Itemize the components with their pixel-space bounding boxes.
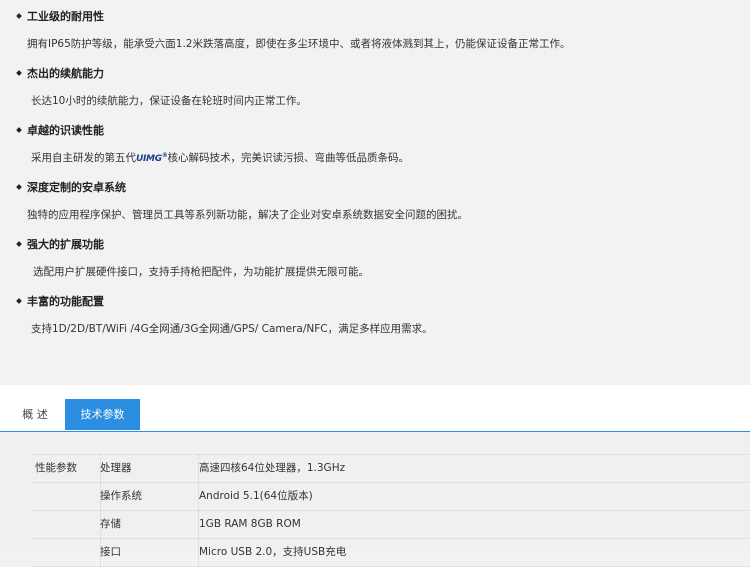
spec-category: 性能参数 <box>33 455 101 482</box>
feature-title-text: 强大的扩展功能 <box>27 238 104 251</box>
feature-title: 强大的扩展功能 <box>16 236 104 252</box>
feature-desc: 采用自主研发的第五代UIMG®核心解码技术，完美识读污损、弯曲等低品质条码。 <box>31 150 409 165</box>
uimg-logo: UIMG® <box>136 152 168 164</box>
spec-key: 处理器 <box>100 455 199 482</box>
spec-key: 接口 <box>100 539 199 566</box>
feature-desc: 选配用户扩展硬件接口，支持手持枪把配件，为功能扩展提供无限可能。 <box>33 266 369 278</box>
spec-category-cell <box>33 483 101 510</box>
spec-category-cell <box>33 539 101 566</box>
table-row: 存储 1GB RAM 8GB ROM <box>33 511 750 539</box>
spec-value: 1GB RAM 8GB ROM <box>199 518 301 530</box>
feature-title-text: 卓越的识读性能 <box>27 124 104 137</box>
spec-value: Micro USB 2.0，支持USB充电 <box>199 546 347 558</box>
feature-title-text: 工业级的耐用性 <box>27 10 104 23</box>
diamond-bullet-icon <box>16 70 22 76</box>
spec-category-cell <box>33 511 101 538</box>
spec-table: 性能参数 处理器 高速四核64位处理器，1.3GHz 操作系统 Android … <box>33 454 750 567</box>
feature-title: 工业级的耐用性 <box>16 8 104 24</box>
feature-title-text: 杰出的续航能力 <box>27 67 104 80</box>
feature-desc: 拥有IP65防护等级，能承受六面1.2米跌落高度，即使在多尘环境中、或者将液体溅… <box>27 38 571 50</box>
feature-title: 丰富的功能配置 <box>16 293 104 309</box>
feature-title-text: 丰富的功能配置 <box>27 295 104 308</box>
table-row: 操作系统 Android 5.1(64位版本) <box>33 483 750 511</box>
diamond-bullet-icon <box>16 184 22 190</box>
spec-value: Android 5.1(64位版本) <box>199 490 313 502</box>
tab-bar: 概 述 技术参数 <box>0 385 750 432</box>
table-row: 接口 Micro USB 2.0，支持USB充电 <box>33 539 750 567</box>
feature-desc: 长达10小时的续航能力，保证设备在轮班时间内正常工作。 <box>31 95 307 107</box>
feature-desc: 支持1D/2D/BT/WiFi /4G全网通/3G全网通/GPS/ Camera… <box>31 323 433 335</box>
feature-title: 杰出的续航能力 <box>16 65 104 81</box>
diamond-bullet-icon <box>16 13 22 19</box>
uimg-logo-text: UIMG <box>136 154 162 164</box>
diamond-bullet-icon <box>16 127 22 133</box>
spec-key: 存储 <box>100 511 199 538</box>
tab-overview[interactable]: 概 述 <box>10 399 60 430</box>
spec-key: 操作系统 <box>100 483 199 510</box>
spec-value: 高速四核64位处理器，1.3GHz <box>199 462 346 474</box>
feature-title: 深度定制的安卓系统 <box>16 179 126 195</box>
feature-desc-prefix: 采用自主研发的第五代 <box>31 152 136 164</box>
feature-title-text: 深度定制的安卓系统 <box>27 181 126 194</box>
features-section: 工业级的耐用性 拥有IP65防护等级，能承受六面1.2米跌落高度，即使在多尘环境… <box>0 0 750 385</box>
diamond-bullet-icon <box>16 241 22 247</box>
feature-desc-suffix: 核心解码技术，完美识读污损、弯曲等低品质条码。 <box>167 152 410 164</box>
diamond-bullet-icon <box>16 298 22 304</box>
table-row: 性能参数 处理器 高速四核64位处理器，1.3GHz <box>33 455 750 483</box>
feature-title: 卓越的识读性能 <box>16 122 104 138</box>
feature-desc: 独特的应用程序保护、管理员工具等系列新功能，解决了企业对安卓系统数据安全问题的困… <box>27 209 468 221</box>
tab-specs[interactable]: 技术参数 <box>65 399 140 430</box>
spec-panel: 性能参数 处理器 高速四核64位处理器，1.3GHz 操作系统 Android … <box>6 432 750 567</box>
